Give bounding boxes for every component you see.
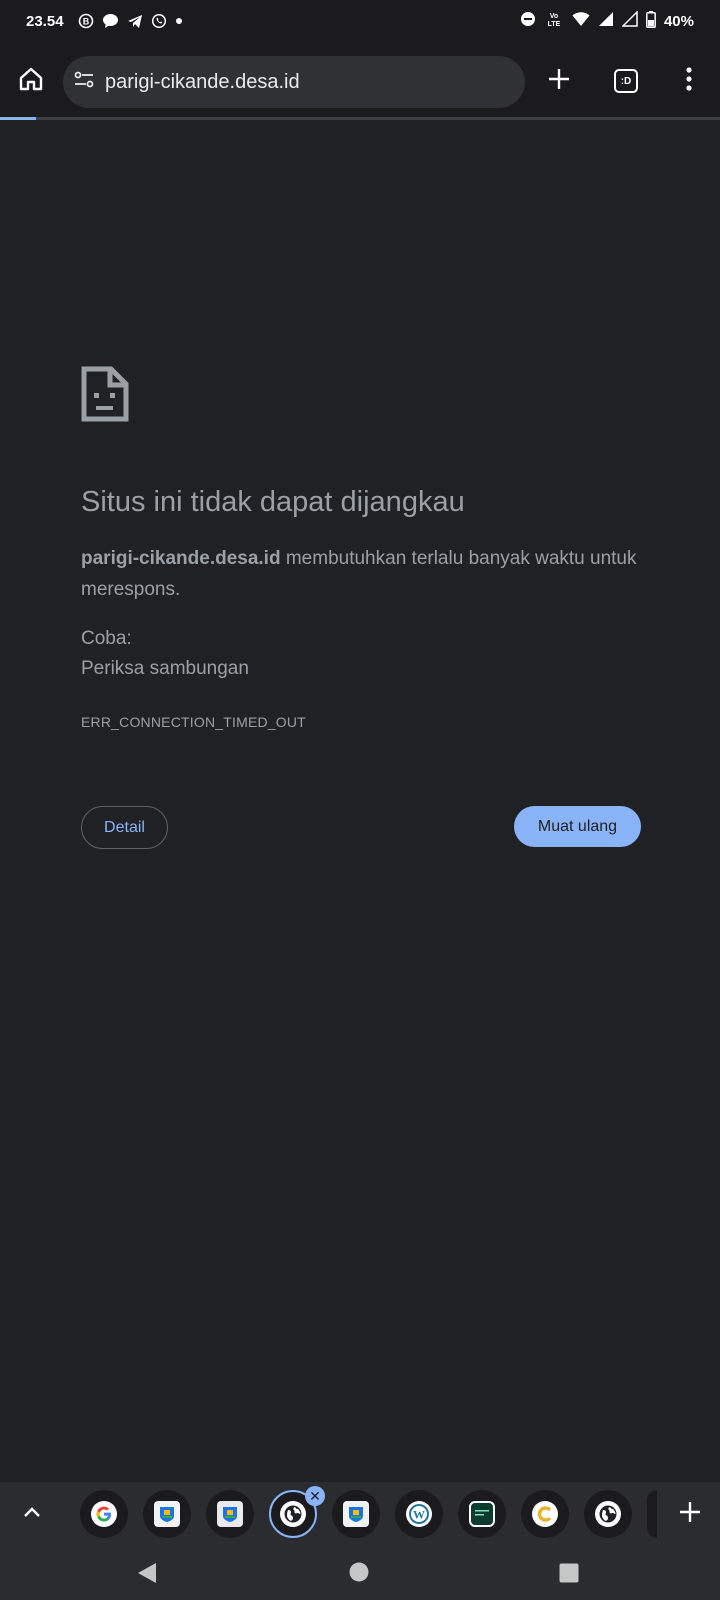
system-nav-bar [0, 1546, 720, 1600]
tab-item-active[interactable]: ✕ [269, 1486, 325, 1538]
signal-outline-icon [621, 10, 638, 31]
tab-switcher-button[interactable]: :D [596, 51, 656, 111]
error-description: parigi-cikande.desa.id membutuhkan terla… [81, 543, 641, 605]
progress-fill [0, 117, 36, 120]
tab-item-partial[interactable] [647, 1490, 657, 1538]
plus-icon [547, 67, 571, 96]
message-icon [102, 13, 119, 29]
tab-item-google[interactable] [80, 1490, 128, 1538]
whatsapp-icon [151, 13, 167, 29]
address-bar[interactable]: parigi-cikande.desa.id [63, 56, 525, 108]
browser-toolbar: parigi-cikande.desa.id :D [0, 42, 720, 120]
home-icon [18, 66, 44, 97]
village-emblem-icon [343, 1501, 369, 1527]
home-circle-icon [349, 1562, 369, 1582]
more-vert-icon [686, 66, 692, 96]
telegram-icon [127, 14, 143, 29]
battery-percent: 40% [663, 12, 694, 30]
home-button[interactable] [1, 51, 61, 111]
recents-button[interactable] [559, 1563, 579, 1588]
tab-item-village-2[interactable] [206, 1490, 254, 1538]
reload-button[interactable]: Muat ulang [514, 806, 641, 847]
error-host: parigi-cikande.desa.id [81, 548, 281, 569]
back-triangle-icon [138, 1563, 156, 1583]
new-tab-button[interactable] [529, 51, 589, 111]
site-settings-icon[interactable] [73, 69, 95, 96]
volte-icon: Vo LTE [544, 10, 564, 32]
status-bar: 23.54 B Vo LTE 40% [0, 0, 720, 42]
tab-item-village-3[interactable] [332, 1490, 380, 1538]
close-tab-button[interactable]: ✕ [305, 1486, 325, 1506]
details-button[interactable]: Detail [81, 806, 168, 849]
c-logo-icon [532, 1501, 558, 1527]
try-item-check-connection: Periksa sambungan [81, 658, 249, 679]
wifi-icon [572, 11, 590, 31]
status-time: 23.54 [26, 12, 64, 30]
globe-icon [280, 1501, 306, 1527]
close-icon: ✕ [309, 1487, 321, 1504]
battery-icon [646, 10, 656, 32]
svg-text:B: B [82, 17, 89, 27]
tab-item-terminal[interactable] [458, 1490, 506, 1538]
signal-full-icon [598, 11, 614, 31]
page-load-progress [0, 117, 720, 120]
url-text: parigi-cikande.desa.id [105, 70, 300, 93]
terminal-icon [469, 1501, 495, 1527]
svg-text:LTE: LTE [548, 21, 561, 28]
b-notification-icon: B [78, 13, 94, 29]
village-emblem-icon [154, 1501, 180, 1527]
dot-icon [175, 17, 183, 25]
plus-icon [679, 1501, 701, 1528]
globe-icon [595, 1501, 621, 1527]
sad-page-icon [81, 366, 129, 427]
expand-tabs-button[interactable] [2, 1484, 62, 1544]
error-code: ERR_CONNECTION_TIMED_OUT [81, 714, 306, 730]
tab-item-village-1[interactable] [143, 1490, 191, 1538]
tab-item-globe[interactable] [584, 1490, 632, 1538]
wordpress-icon: W [406, 1501, 432, 1527]
error-title: Situs ini tidak dapat dijangkau [81, 486, 465, 518]
try-label: Coba: [81, 628, 132, 649]
back-button[interactable] [136, 1562, 158, 1589]
menu-button[interactable] [659, 51, 719, 111]
recents-square-icon [559, 1563, 579, 1583]
home-nav-button[interactable] [349, 1562, 369, 1587]
google-icon [91, 1501, 117, 1527]
tab-item-wordpress[interactable]: W [395, 1490, 443, 1538]
tab-strip: ✕ W [0, 1482, 720, 1546]
dnd-icon [520, 11, 536, 31]
new-tab-strip-button[interactable] [660, 1484, 720, 1544]
tab-switcher-icon: :D [614, 69, 638, 93]
svg-text:W: W [413, 1508, 425, 1522]
village-emblem-icon [217, 1501, 243, 1527]
tab-switcher-label: :D [620, 75, 632, 87]
chevron-up-icon [23, 1505, 41, 1523]
tab-item-c-site[interactable] [521, 1490, 569, 1538]
svg-text:Vo: Vo [550, 13, 558, 20]
